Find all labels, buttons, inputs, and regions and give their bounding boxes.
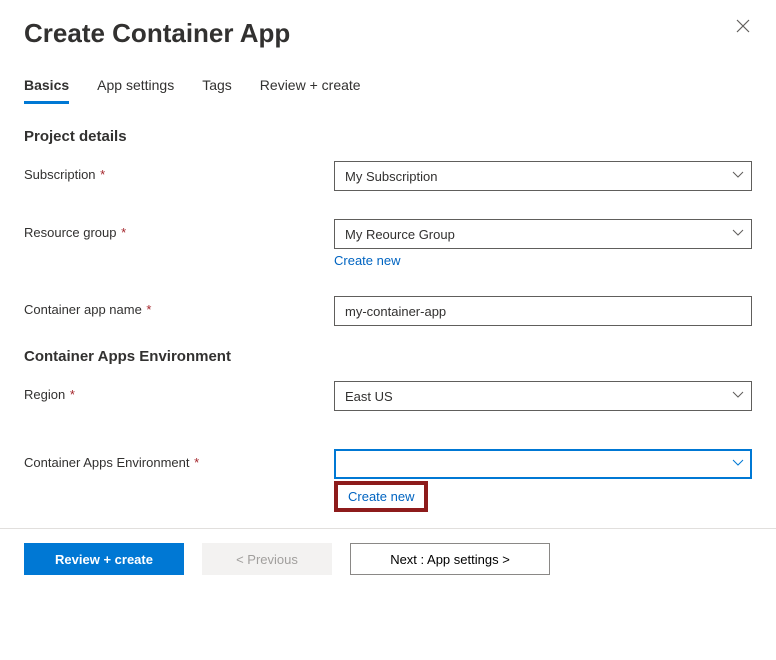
label-container-apps-environment: Container Apps Environment *	[24, 449, 334, 470]
required-asterisk: *	[190, 455, 199, 470]
container-apps-environment-select[interactable]	[334, 449, 752, 479]
label-region: Region *	[24, 381, 334, 402]
next-button[interactable]: Next : App settings >	[350, 543, 550, 575]
footer: Review + create < Previous Next : App se…	[0, 528, 776, 595]
required-asterisk: *	[66, 387, 75, 402]
page-title: Create Container App	[24, 18, 752, 49]
label-subscription: Subscription *	[24, 161, 334, 182]
create-new-environment-link[interactable]: Create new	[348, 489, 414, 504]
tab-tags[interactable]: Tags	[202, 77, 232, 104]
required-asterisk: *	[97, 167, 106, 182]
label-resource-group: Resource group *	[24, 219, 334, 240]
create-new-environment-highlight: Create new	[334, 481, 428, 512]
label-container-app-name: Container app name *	[24, 296, 334, 317]
region-select[interactable]: East US	[334, 381, 752, 411]
tab-review-create[interactable]: Review + create	[260, 77, 361, 104]
tabs: Basics App settings Tags Review + create	[24, 77, 752, 104]
review-create-button[interactable]: Review + create	[24, 543, 184, 575]
create-new-resource-group-link[interactable]: Create new	[334, 253, 400, 268]
section-container-apps-environment: Container Apps Environment	[24, 348, 752, 365]
tab-app-settings[interactable]: App settings	[97, 77, 174, 104]
section-project-details: Project details	[24, 128, 752, 145]
tab-basics[interactable]: Basics	[24, 77, 69, 104]
create-container-app-panel: Create Container App Basics App settings…	[0, 0, 776, 512]
previous-button: < Previous	[202, 543, 332, 575]
close-icon[interactable]	[734, 18, 752, 36]
subscription-select[interactable]: My Subscription	[334, 161, 752, 191]
container-app-name-input[interactable]: my-container-app	[334, 296, 752, 326]
required-asterisk: *	[143, 302, 152, 317]
resource-group-select[interactable]: My Reource Group	[334, 219, 752, 249]
required-asterisk: *	[118, 225, 127, 240]
